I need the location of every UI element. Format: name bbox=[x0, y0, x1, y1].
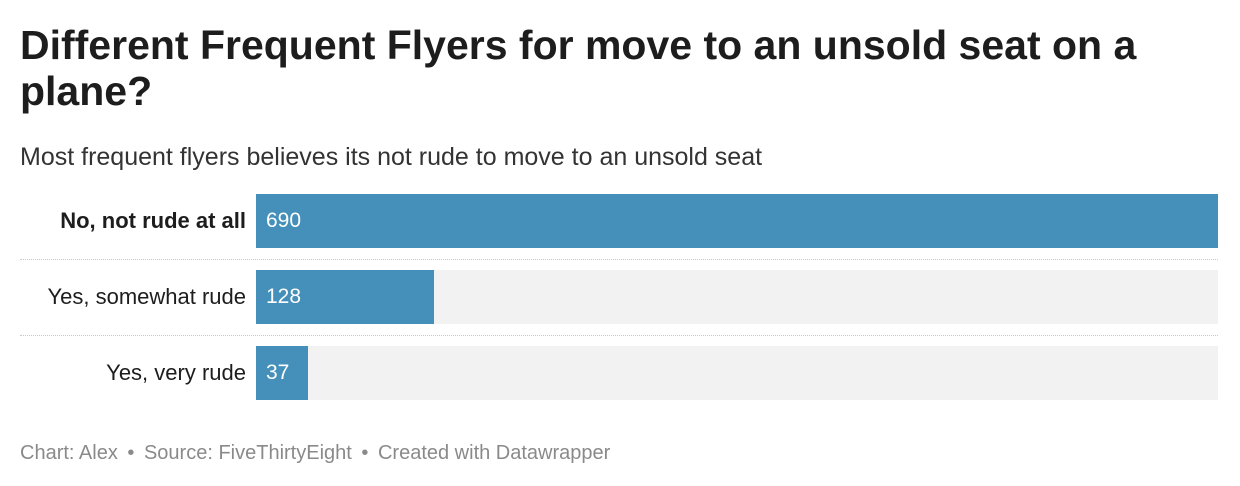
bar bbox=[256, 194, 1218, 248]
value-label: 128 bbox=[266, 285, 302, 308]
source-credit: Source: FiveThirtyEight bbox=[143, 442, 352, 464]
category-label: No, not rude at all bbox=[60, 208, 246, 233]
bar-row: Yes, somewhat rude 128 bbox=[0, 270, 1240, 324]
bar-chart: No, not rude at all 690 Yes, somewhat rude… bbox=[0, 194, 1240, 404]
chart-footer: Chart: Alex • Source: FiveThirtyEight • … bbox=[20, 441, 1200, 465]
row-separator bbox=[20, 259, 1218, 260]
chart-title: Different Frequent Flyers for move to an… bbox=[20, 22, 1137, 114]
footer-separator: • bbox=[127, 442, 135, 464]
value-label: 690 bbox=[266, 209, 302, 232]
category-label: Yes, somewhat rude bbox=[47, 284, 246, 309]
bar-row: Yes, very rude 37 bbox=[0, 346, 1240, 400]
chart-credit: Chart: Alex bbox=[20, 442, 118, 464]
bar-track: 37 bbox=[256, 346, 1218, 400]
category-label: Yes, very rude bbox=[106, 360, 246, 385]
value-label: 37 bbox=[266, 361, 290, 384]
bar-row: No, not rude at all 690 bbox=[0, 194, 1240, 248]
row-separator bbox=[20, 335, 1218, 336]
footer-separator: • bbox=[361, 442, 369, 464]
bar-track: 128 bbox=[256, 270, 1218, 324]
bar-track: 690 bbox=[256, 194, 1218, 248]
created-with-credit: Created with Datawrapper bbox=[377, 442, 611, 464]
chart-subtitle: Most frequent flyers believes its not ru… bbox=[20, 143, 763, 171]
